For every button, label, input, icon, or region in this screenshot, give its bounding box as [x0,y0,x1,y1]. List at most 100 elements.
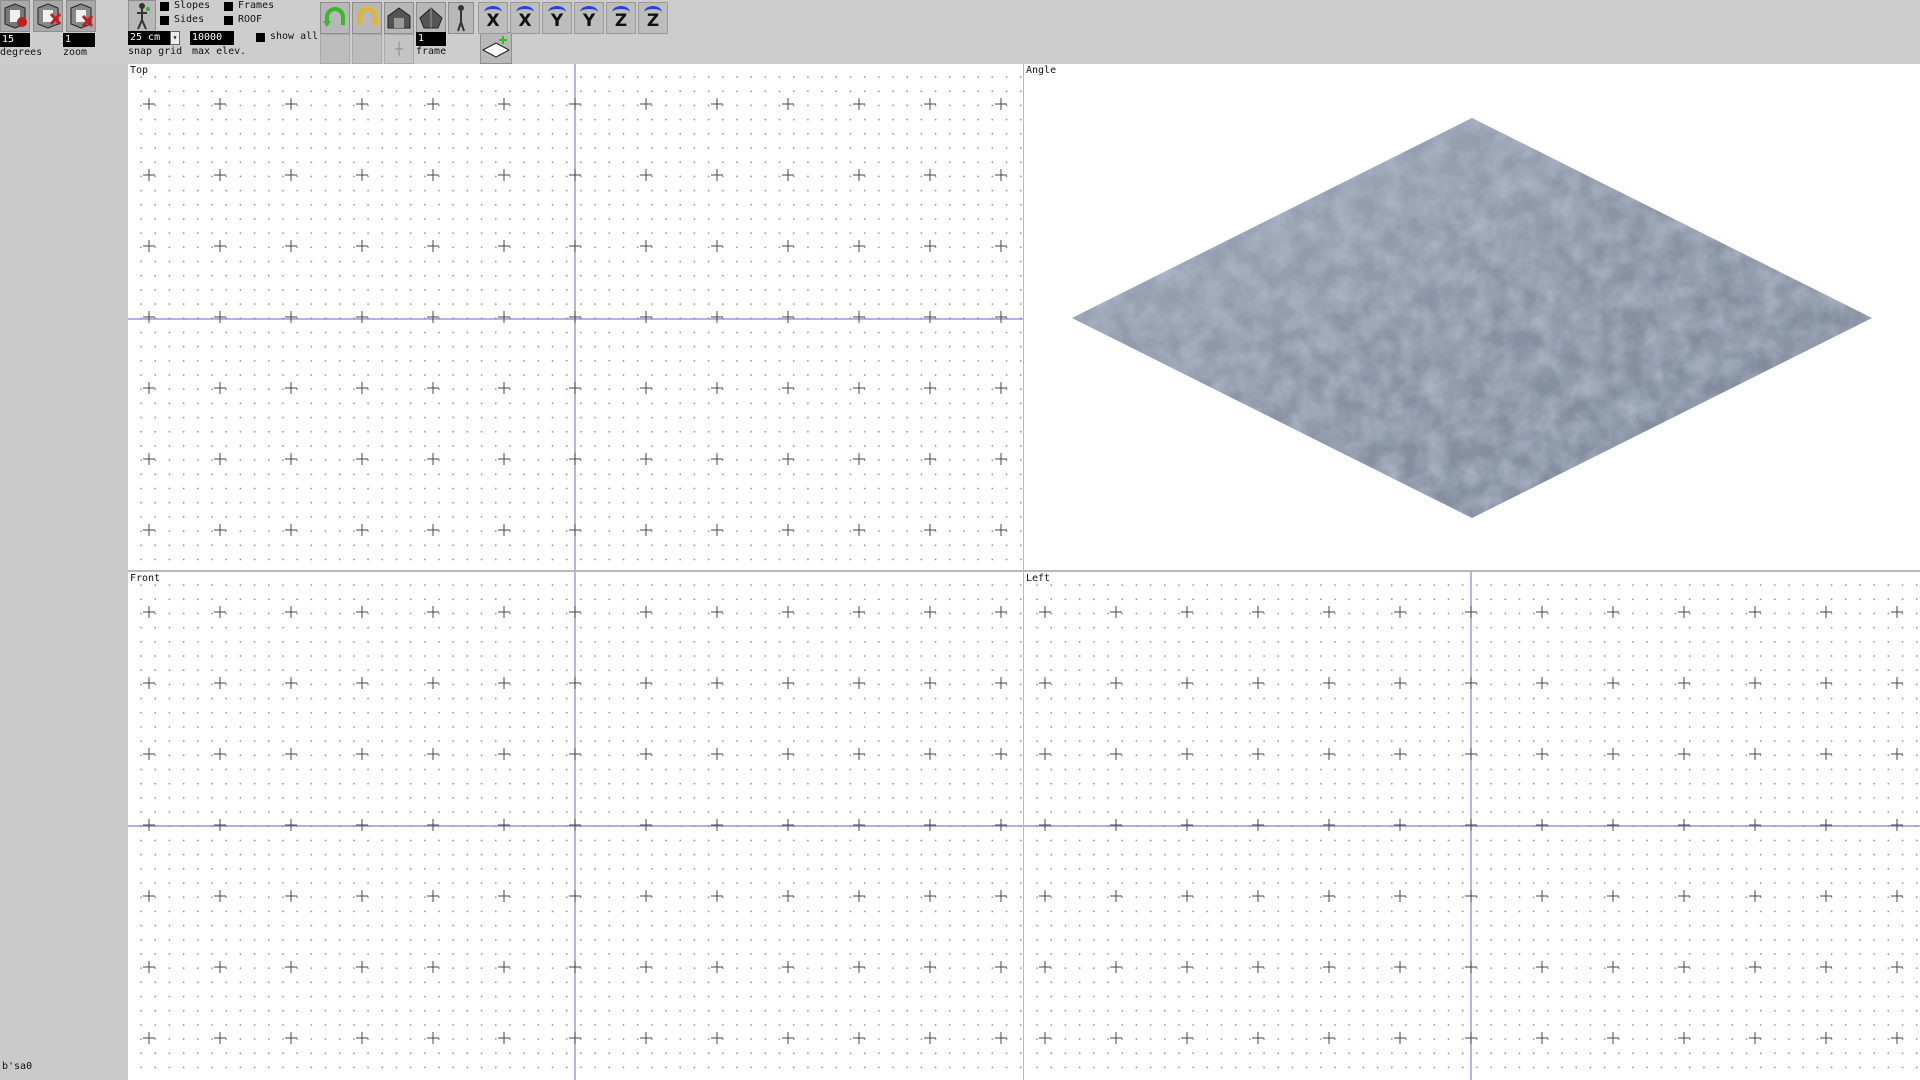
snap-grid-dropdown-icon[interactable]: ▾ [170,31,180,45]
grid-plus-mark [356,677,368,689]
grid-plus-mark [782,453,794,465]
grid-plus-mark [569,169,581,181]
rotate-z-button-2[interactable]: Z [638,2,668,34]
disabled-button-2[interactable] [352,34,382,64]
snap-grid-input[interactable]: 25 cm [128,31,170,45]
frames-checkbox[interactable] [224,2,233,11]
grid-plus-mark [924,311,936,323]
grid-plus-mark [1536,890,1548,902]
grid-plus-mark [356,890,368,902]
house-roof-icon[interactable] [416,2,446,34]
grid-plus-mark [569,453,581,465]
stick-figure-icon[interactable] [448,2,474,34]
grid-plus-mark [214,819,226,831]
grid-plus-mark [1678,819,1690,831]
grid-plus-mark [214,1032,226,1044]
grid-plus-mark [711,890,723,902]
grid-plus-mark [711,524,723,536]
grid-plus-mark [995,961,1007,973]
grid-plus-mark [1607,748,1619,760]
grid-plus-mark [498,606,510,618]
rotate-x-button-1[interactable]: X [478,2,508,34]
grid-plus-mark [711,311,723,323]
grid-plus-mark [1607,606,1619,618]
grid-plus-mark [853,748,865,760]
roof-checkbox[interactable] [224,16,233,25]
frame-input[interactable]: 1 [416,32,446,46]
grid-plus-mark [1252,819,1264,831]
max-elev-input[interactable]: 10000 [190,31,234,45]
rotate-y-button-2[interactable]: Y [574,2,604,34]
grid-plus-mark [853,1032,865,1044]
grid-plus-mark [1607,890,1619,902]
grid-plus-mark [1607,819,1619,831]
grid-plus-mark [1181,677,1193,689]
undo-arrow-icon[interactable] [320,2,350,34]
grid-plus-mark [1536,961,1548,973]
map-file-close-icon[interactable] [66,0,96,32]
stone-floor-texture [1072,118,1872,518]
redo-arrow-icon[interactable] [352,2,382,34]
rotate-z-button-1[interactable]: Z [606,2,636,34]
house-shape-icon[interactable] [384,2,414,34]
grid-plus-mark [214,606,226,618]
grid-plus-mark [711,748,723,760]
grid-plus-mark [853,311,865,323]
grid-plus-mark [711,677,723,689]
grid-plus-mark [427,606,439,618]
tile-add-icon[interactable] [480,32,512,64]
grid-plus-mark [1039,677,1051,689]
grid-plus-mark [782,890,794,902]
grid-plus-mark [782,169,794,181]
grid-plus-mark [711,1032,723,1044]
person-figure-icon[interactable] [128,0,156,32]
snap-grid-label: snap grid [128,46,183,57]
toolbar: 15 degrees 1 zoom Slopes Frames Sides RO… [0,0,1920,64]
front-viewport[interactable]: Front [128,572,1023,1080]
grid-plus-mark [498,382,510,394]
grid-plus-mark [1891,1032,1903,1044]
rotate-y-button-1[interactable]: Y [542,2,572,34]
map-file-icon[interactable] [0,0,30,32]
angle-viewport[interactable]: Angle [1024,64,1920,570]
disabled-button-1[interactable] [320,34,350,64]
zoom-input[interactable]: 1 [63,33,95,47]
degrees-input[interactable]: 15 [0,33,30,47]
grid-plus-mark [1678,748,1690,760]
grid-plus-mark [853,961,865,973]
grid-plus-mark [1607,677,1619,689]
grid-plus-mark [1323,890,1335,902]
slopes-checkbox[interactable] [160,2,169,11]
grid-plus-mark [1820,819,1832,831]
map-file-delete-icon[interactable] [33,0,63,32]
grid-plus-mark [1749,819,1761,831]
grid-plus-mark [924,606,936,618]
sides-checkbox[interactable] [160,16,169,25]
viewport-separator-vertical [1023,64,1024,1080]
disabled-button-3[interactable]: ┼ [384,34,414,64]
grid-plus-mark [285,169,297,181]
grid-plus-mark [640,819,652,831]
left-viewport[interactable]: Left [1024,572,1920,1080]
grid-plus-mark [143,453,155,465]
grid-plus-mark [853,606,865,618]
grid-plus-mark [1039,748,1051,760]
rotate-x-button-2[interactable]: X [510,2,540,34]
grid-plus-mark [498,311,510,323]
grid-plus-mark [285,606,297,618]
grid-plus-mark [995,453,1007,465]
grid-plus-mark [1394,1032,1406,1044]
grid-plus-mark [1891,606,1903,618]
grid-plus-mark [640,524,652,536]
grid-plus-mark [1536,819,1548,831]
grid-plus-mark [356,961,368,973]
rotate-arrow-icon [580,6,598,19]
left-panel [0,64,128,1080]
grid-plus-mark [1465,606,1477,618]
top-viewport[interactable]: Top [128,64,1023,570]
grid-plus-mark [285,382,297,394]
grid-plus-mark [1749,1032,1761,1044]
grid-plus-mark [285,453,297,465]
show-all-checkbox[interactable] [256,33,265,42]
grid-plus-mark [782,1032,794,1044]
